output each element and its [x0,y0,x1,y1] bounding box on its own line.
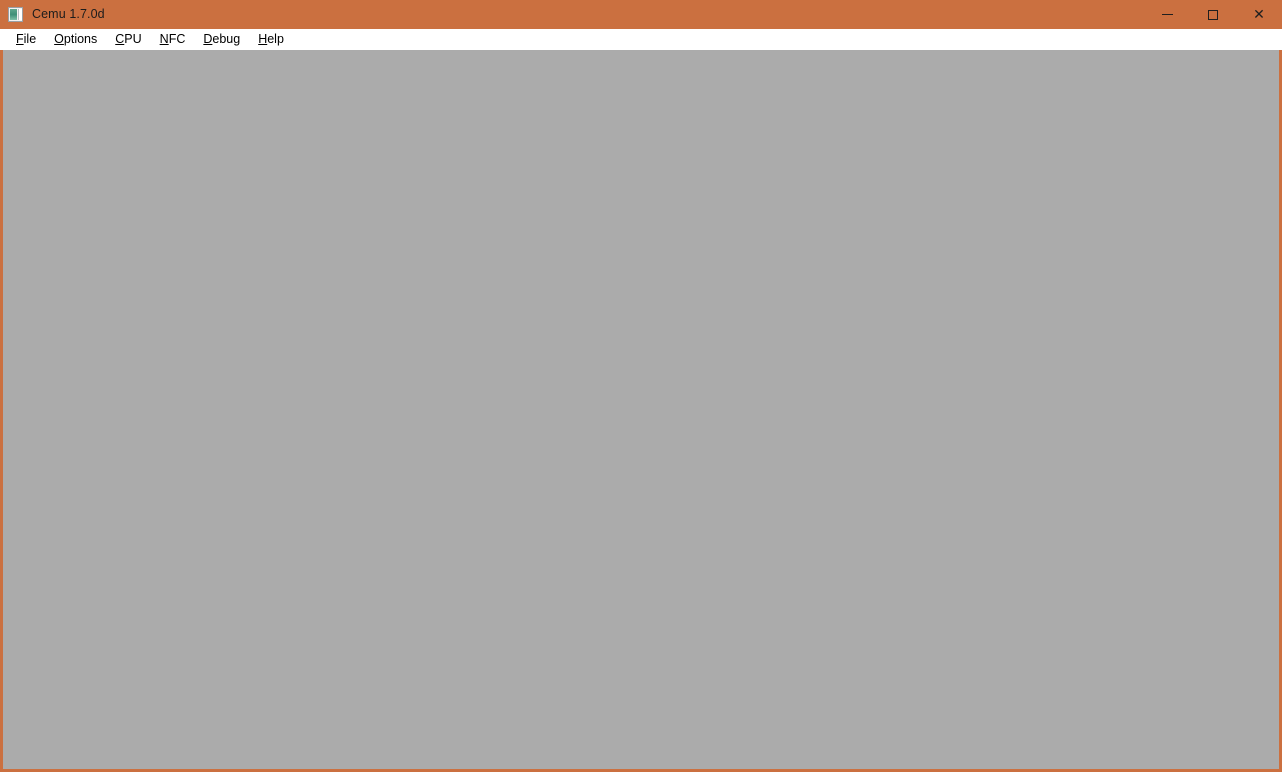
menubar: File Options CPU NFC Debug Help [0,29,1282,50]
titlebar[interactable]: Cemu 1.7.0d ✕ [0,0,1282,29]
close-button[interactable]: ✕ [1236,0,1282,29]
menu-item-options[interactable]: Options [45,29,106,50]
menu-item-cpu[interactable]: CPU [106,29,150,50]
minimize-icon [1161,14,1173,15]
menu-label-options: ptions [63,32,98,46]
menu-accel-help: H [258,32,268,46]
minimize-button[interactable] [1144,0,1190,29]
menu-label-file: ile [23,32,37,46]
window-title: Cemu 1.7.0d [32,7,105,21]
cemu-app-icon [8,7,23,22]
app-icon-left-panel [10,9,17,20]
menu-item-file[interactable]: File [7,29,45,50]
menu-item-debug[interactable]: Debug [194,29,249,50]
menu-accel-cpu: C [115,32,125,46]
content-frame [0,50,1282,772]
menu-accel-nfc: N [159,32,169,46]
close-icon: ✕ [1253,6,1265,23]
maximize-button[interactable] [1190,0,1236,29]
emulator-render-area[interactable] [3,50,1279,769]
app-icon-right-panel [18,9,22,20]
maximize-icon [1208,9,1218,20]
menu-accel-options: O [54,32,64,46]
window-controls: ✕ [1144,0,1282,29]
menu-accel-file: F [16,32,24,46]
menu-item-help[interactable]: Help [249,29,293,50]
menu-item-nfc[interactable]: NFC [151,29,195,50]
menu-label-cpu: PU [124,32,142,46]
menu-label-help: elp [267,32,284,46]
cemu-main-window: Cemu 1.7.0d ✕ File Options CPU NFC Debug… [0,0,1282,772]
menu-label-debug: ebug [212,32,241,46]
menu-label-nfc: FC [168,32,186,46]
